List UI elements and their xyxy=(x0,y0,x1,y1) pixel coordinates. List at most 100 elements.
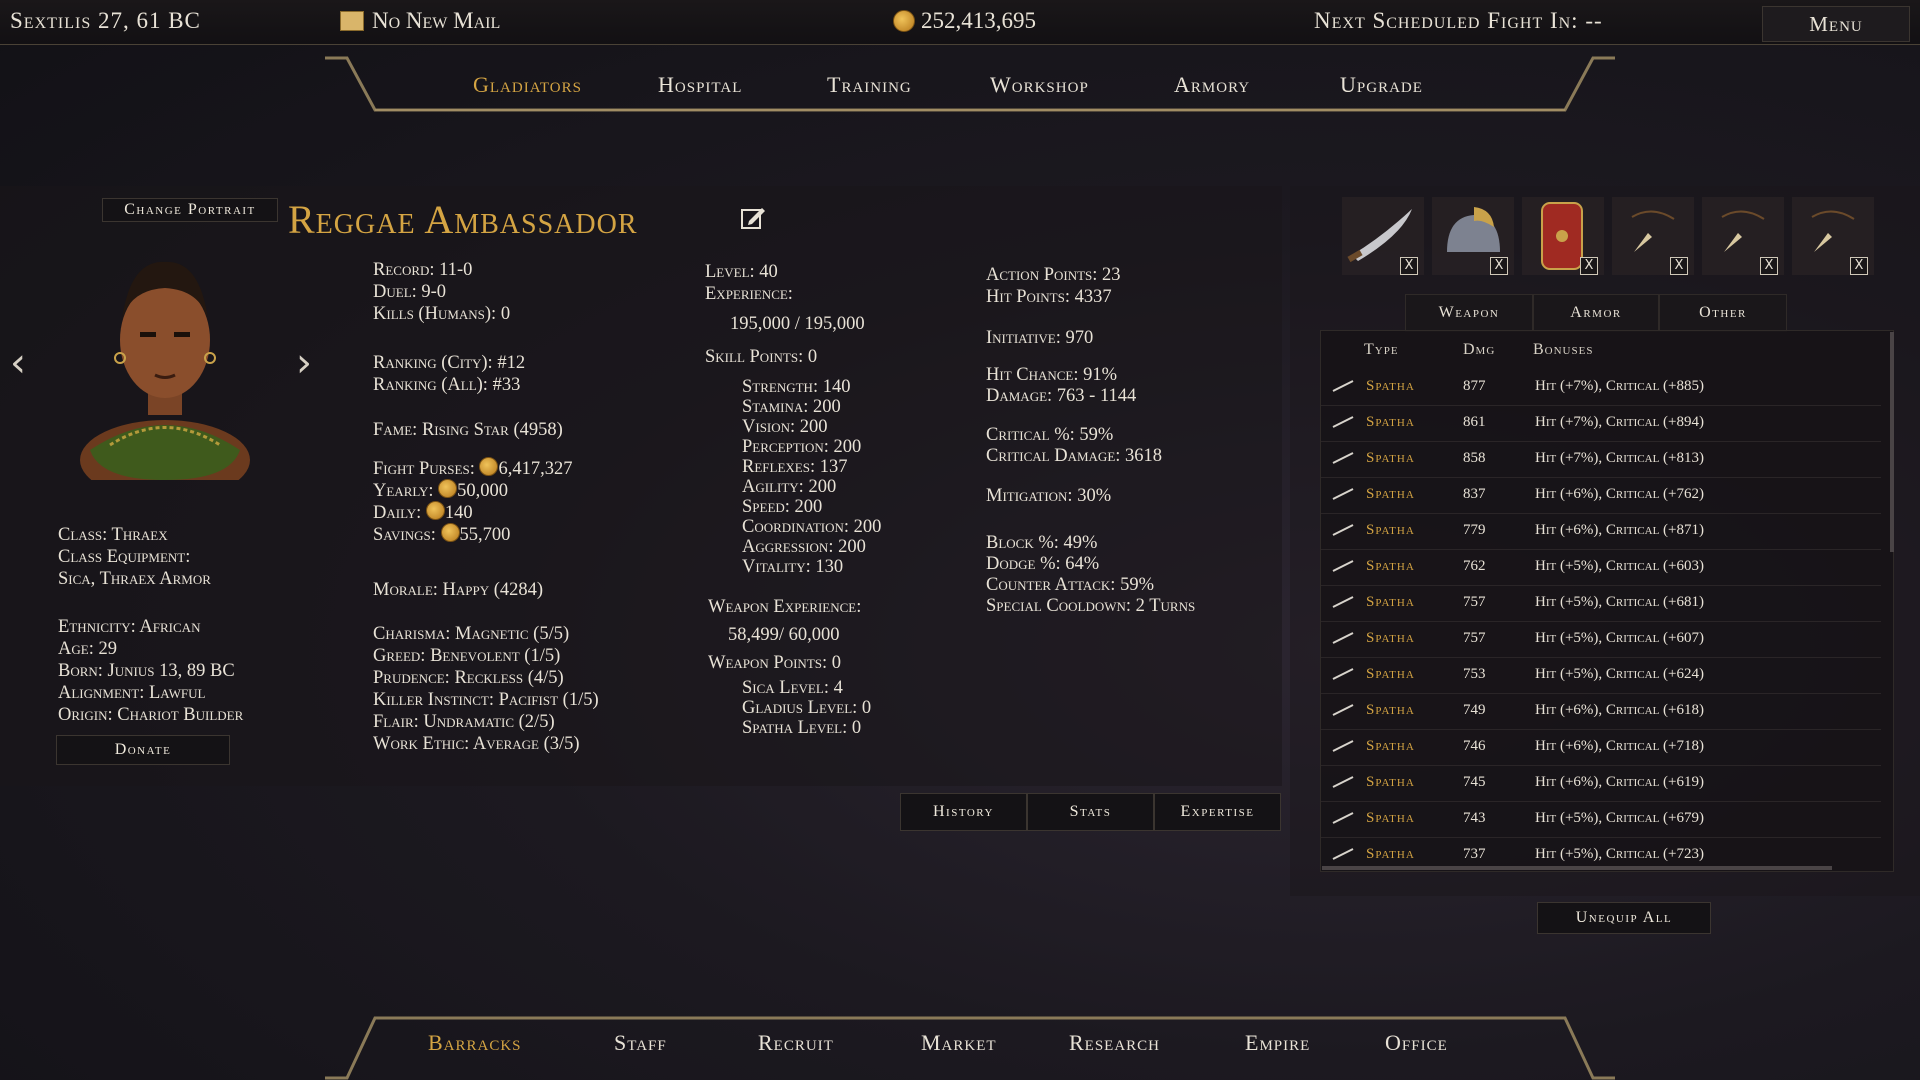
row-dmg: 757 xyxy=(1463,630,1486,646)
row-type: Spatha xyxy=(1366,486,1415,502)
table-horizontal-scrollbar[interactable] xyxy=(1322,866,1832,870)
row-dmg: 861 xyxy=(1463,414,1486,430)
table-row[interactable]: Spatha 749 Hit (+6%), Critical (+618) xyxy=(1321,693,1881,730)
tab-history[interactable]: History xyxy=(900,793,1027,831)
equip-slot-helmet[interactable]: X xyxy=(1432,197,1514,275)
row-bonuses: Hit (+7%), Critical (+813) xyxy=(1535,450,1704,466)
remove-slot-button[interactable]: X xyxy=(1670,257,1688,275)
stat-flair: Flair: Undramatic (2/5) xyxy=(373,712,555,732)
stat-counter-attack: Counter Attack: 59% xyxy=(986,575,1154,595)
table-row[interactable]: Spatha 779 Hit (+6%), Critical (+871) xyxy=(1321,513,1881,550)
table-row[interactable]: Spatha 837 Hit (+6%), Critical (+762) xyxy=(1321,477,1881,514)
nav-research[interactable]: Research xyxy=(1069,1030,1160,1056)
table-row[interactable]: Spatha 762 Hit (+5%), Critical (+603) xyxy=(1321,549,1881,586)
row-bonuses: Hit (+6%), Critical (+618) xyxy=(1535,702,1704,718)
stat-block: Block %: 49% xyxy=(986,533,1098,553)
table-row[interactable]: Spatha 757 Hit (+5%), Critical (+681) xyxy=(1321,585,1881,622)
stat-strength: Strength: 140 xyxy=(742,377,851,397)
nav-market[interactable]: Market xyxy=(921,1030,997,1056)
prev-gladiator-icon[interactable]: ‹ xyxy=(10,340,26,386)
nav-empire[interactable]: Empire xyxy=(1245,1030,1310,1056)
stat-damage: Damage: 763 - 1144 xyxy=(986,386,1137,406)
table-row[interactable]: Spatha 753 Hit (+5%), Critical (+624) xyxy=(1321,657,1881,694)
table-row[interactable]: Spatha 861 Hit (+7%), Critical (+894) xyxy=(1321,405,1881,442)
yearly-value: 50,000 xyxy=(457,481,509,501)
stat-weapon-experience-label: Weapon Experience: xyxy=(708,597,862,617)
table-row[interactable]: Spatha 746 Hit (+6%), Critical (+718) xyxy=(1321,729,1881,766)
row-dmg: 749 xyxy=(1463,702,1486,718)
coin-icon xyxy=(479,457,499,476)
nav-armory[interactable]: Armory xyxy=(1174,72,1250,98)
tab-weapon[interactable]: Weapon xyxy=(1405,294,1533,332)
row-bonuses: Hit (+5%), Critical (+607) xyxy=(1535,630,1704,646)
nav-office[interactable]: Office xyxy=(1385,1030,1448,1056)
tab-stats[interactable]: Stats xyxy=(1027,793,1154,831)
nav-training[interactable]: Training xyxy=(827,72,912,98)
remove-slot-button[interactable]: X xyxy=(1760,257,1778,275)
change-portrait-button[interactable]: Change Portrait xyxy=(102,198,278,222)
unequip-all-button[interactable]: Unequip All xyxy=(1537,902,1711,934)
row-type: Spatha xyxy=(1366,774,1415,790)
remove-slot-button[interactable]: X xyxy=(1400,257,1418,275)
donate-button[interactable]: Donate xyxy=(56,735,230,765)
spatha-icon xyxy=(1332,488,1354,500)
remove-slot-button[interactable]: X xyxy=(1580,257,1598,275)
next-gladiator-icon[interactable]: › xyxy=(296,340,312,386)
savings-label: Savings: xyxy=(373,525,436,545)
stat-morale: Morale: Happy (4284) xyxy=(373,580,544,600)
nav-hospital[interactable]: Hospital xyxy=(658,72,742,98)
spatha-icon xyxy=(1332,560,1354,572)
menu-button[interactable]: Menu xyxy=(1762,6,1910,42)
row-dmg: 762 xyxy=(1463,558,1486,574)
table-row[interactable]: Spatha 757 Hit (+5%), Critical (+607) xyxy=(1321,621,1881,658)
table-row[interactable]: Spatha 877 Hit (+7%), Critical (+885) xyxy=(1321,369,1881,406)
stat-charisma: Charisma: Magnetic (5/5) xyxy=(373,624,570,644)
tab-other[interactable]: Other xyxy=(1659,294,1787,332)
nav-staff[interactable]: Staff xyxy=(614,1030,667,1056)
spatha-icon xyxy=(1332,812,1354,824)
table-row[interactable]: Spatha 858 Hit (+7%), Critical (+813) xyxy=(1321,441,1881,478)
table-row[interactable]: Spatha 743 Hit (+5%), Critical (+679) xyxy=(1321,801,1881,838)
nav-recruit[interactable]: Recruit xyxy=(758,1030,834,1056)
row-bonuses: Hit (+6%), Critical (+762) xyxy=(1535,486,1704,502)
stat-critical-pct: Critical %: 59% xyxy=(986,425,1114,445)
row-bonuses: Hit (+5%), Critical (+603) xyxy=(1535,558,1704,574)
savings-value: 55,700 xyxy=(459,525,511,545)
stat-work-ethic: Work Ethic: Average (3/5) xyxy=(373,734,580,754)
stat-ranking-all: Ranking (All): #33 xyxy=(373,375,521,395)
row-dmg: 753 xyxy=(1463,666,1486,682)
stat-special-cooldown: Special Cooldown: 2 Turns xyxy=(986,596,1196,616)
edit-name-icon[interactable] xyxy=(740,205,766,231)
nav-gladiators[interactable]: Gladiators xyxy=(473,72,582,98)
spatha-icon xyxy=(1332,740,1354,752)
table-row[interactable]: Spatha 745 Hit (+6%), Critical (+619) xyxy=(1321,765,1881,802)
stat-record: Record: 11-0 xyxy=(373,260,473,280)
fight-purses-label: Fight Purses: xyxy=(373,459,475,479)
tab-expertise[interactable]: Expertise xyxy=(1154,793,1281,831)
stat-critical-damage: Critical Damage: 3618 xyxy=(986,446,1163,466)
row-bonuses: Hit (+5%), Critical (+624) xyxy=(1535,666,1704,682)
mail-status[interactable]: No New Mail xyxy=(340,8,500,34)
nav-upgrade[interactable]: Upgrade xyxy=(1340,72,1423,98)
header-dmg: Dmg xyxy=(1463,341,1496,358)
stat-killer-instinct: Killer Instinct: Pacifist (1/5) xyxy=(373,690,599,710)
equip-slot-other-2[interactable]: X xyxy=(1702,197,1784,275)
equip-slot-weapon[interactable]: X xyxy=(1342,197,1424,275)
equip-slot-other-3[interactable]: X xyxy=(1792,197,1874,275)
table-vertical-scrollbar[interactable] xyxy=(1890,332,1894,552)
remove-slot-button[interactable]: X xyxy=(1850,257,1868,275)
top-nav: Gladiators Hospital Training Workshop Ar… xyxy=(325,56,1615,114)
equip-slot-shield[interactable]: X xyxy=(1522,197,1604,275)
coin-icon xyxy=(440,523,460,542)
row-type: Spatha xyxy=(1366,666,1415,682)
equip-slot-other-1[interactable]: X xyxy=(1612,197,1694,275)
row-type: Spatha xyxy=(1366,558,1415,574)
bottom-nav: Barracks Staff Recruit Market Research E… xyxy=(325,1014,1615,1080)
nav-barracks[interactable]: Barracks xyxy=(428,1030,522,1056)
nav-workshop[interactable]: Workshop xyxy=(990,72,1089,98)
tab-armor[interactable]: Armor xyxy=(1533,294,1659,332)
gladiator-name: Reggae Ambassador xyxy=(288,197,638,242)
stat-mitigation: Mitigation: 30% xyxy=(986,486,1112,506)
stat-greed: Greed: Benevolent (1/5) xyxy=(373,646,561,666)
remove-slot-button[interactable]: X xyxy=(1490,257,1508,275)
